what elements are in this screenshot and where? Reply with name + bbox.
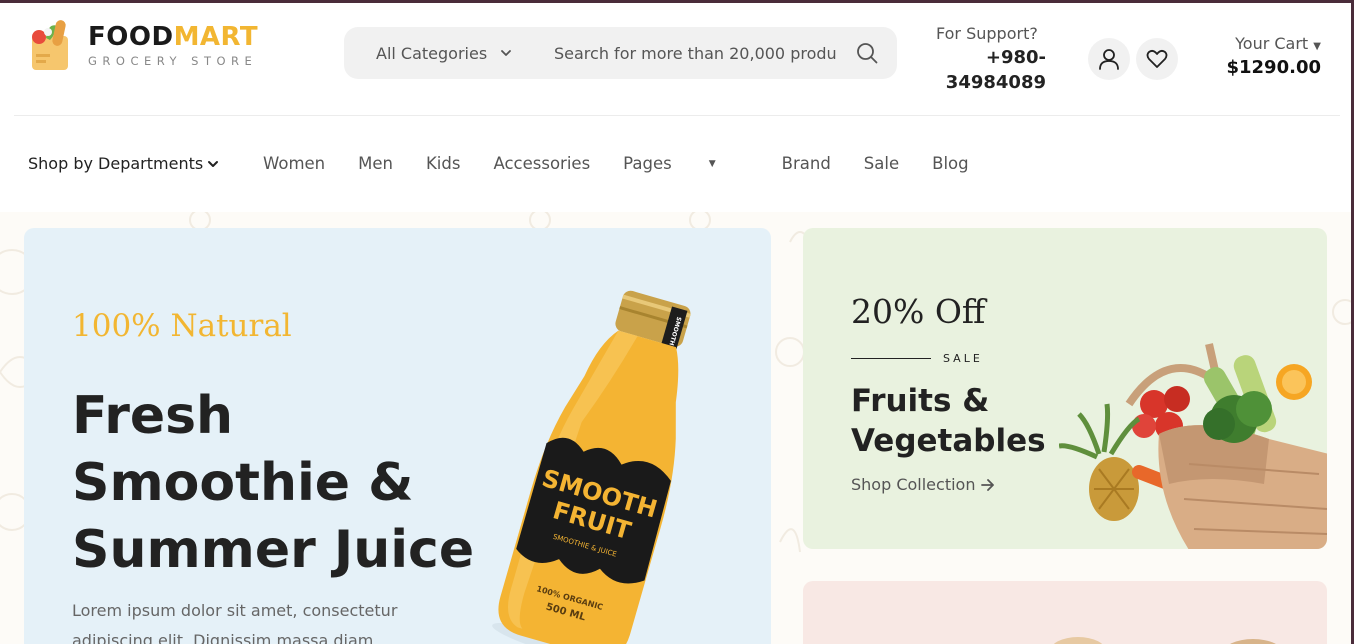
nav-link-kids[interactable]: Kids bbox=[426, 154, 460, 173]
nav-link-sale[interactable]: Sale bbox=[864, 154, 899, 173]
search-input[interactable] bbox=[524, 33, 837, 73]
hero-title: Fresh Smoothie & Summer Juice bbox=[72, 383, 474, 584]
promo-discount: 20% Off bbox=[851, 292, 986, 331]
promo-banner-fruits-vegetables[interactable]: 20% Off SALE Fruits & Vegetables Shop Co… bbox=[803, 228, 1327, 549]
brand-name-part1: FOOD bbox=[88, 22, 174, 52]
support-info: For Support? +980-34984089 bbox=[936, 24, 1046, 95]
nav-link-pages-dropdown[interactable]: Pages ▼ bbox=[623, 154, 748, 173]
cart-dropdown[interactable]: Your Cart ▼ $1290.00 bbox=[1226, 34, 1321, 78]
brand-name-part2: MART bbox=[173, 22, 259, 52]
grocery-bag-icon bbox=[28, 18, 72, 72]
chevron-down-icon bbox=[208, 160, 219, 167]
promo-divider bbox=[851, 358, 931, 359]
main-nav: Women Men Kids Accessories Pages ▼ Brand … bbox=[263, 154, 1002, 173]
smoothie-bottle-image: SMOOTHIE SMOOTH FRUIT SMOOTHIE & JUICE 1… bbox=[492, 290, 691, 644]
departments-label: Shop by Departments bbox=[28, 154, 204, 173]
nav-link-women[interactable]: Women bbox=[263, 154, 325, 173]
promo-banner-secondary[interactable] bbox=[803, 581, 1327, 644]
caret-down-icon: ▼ bbox=[708, 158, 716, 169]
promo-title-line: Vegetables bbox=[851, 423, 1046, 459]
caret-down-icon: ▼ bbox=[1313, 41, 1321, 52]
nav-link-blog[interactable]: Blog bbox=[932, 154, 968, 173]
brand-name: FOODMART bbox=[88, 22, 258, 52]
hero-description: Lorem ipsum dolor sit amet, consectetur … bbox=[72, 601, 398, 644]
window-frame-top bbox=[0, 0, 1354, 3]
logo[interactable]: FOODMART GROCERY STORE bbox=[28, 18, 258, 72]
support-phone[interactable]: +980-34984089 bbox=[936, 45, 1046, 95]
user-icon bbox=[1099, 49, 1119, 70]
hero-title-line: Smoothie & bbox=[72, 453, 414, 513]
header-divider bbox=[14, 115, 1340, 116]
chevron-down-icon bbox=[501, 50, 512, 56]
nav-link-brand[interactable]: Brand bbox=[782, 154, 831, 173]
nav-link-men[interactable]: Men bbox=[358, 154, 393, 173]
hero-title-line: Fresh bbox=[72, 386, 234, 446]
heart-icon bbox=[1146, 49, 1168, 68]
nav-link-pages: Pages bbox=[623, 154, 672, 173]
wishlist-button[interactable] bbox=[1136, 38, 1178, 80]
nav-link-accessories[interactable]: Accessories bbox=[493, 154, 590, 173]
hero-banner[interactable]: 100% Natural Fresh Smoothie & Summer Jui… bbox=[24, 228, 771, 644]
search-bar: All Categories bbox=[344, 27, 897, 79]
arrow-right-icon bbox=[981, 478, 995, 491]
vegetable-bag-image bbox=[1059, 343, 1327, 549]
promo-tag: SALE bbox=[943, 352, 983, 365]
search-icon bbox=[857, 43, 878, 64]
cart-label: Your Cart bbox=[1235, 34, 1309, 53]
hero-title-line: Summer Juice bbox=[72, 520, 475, 580]
search-button[interactable] bbox=[837, 27, 897, 79]
shop-collection-label: Shop Collection bbox=[851, 475, 976, 494]
promo-title-line: Fruits & bbox=[851, 383, 990, 419]
hero-eyebrow: 100% Natural bbox=[72, 308, 292, 344]
brand-tagline: GROCERY STORE bbox=[88, 54, 258, 68]
support-label: For Support? bbox=[936, 24, 1038, 43]
bakery-image bbox=[1053, 637, 1276, 644]
shop-by-departments-dropdown[interactable]: Shop by Departments bbox=[28, 154, 219, 173]
cart-total: $1290.00 bbox=[1226, 57, 1321, 78]
promo-title: Fruits & Vegetables bbox=[851, 381, 1046, 461]
category-select-label: All Categories bbox=[376, 43, 488, 63]
shop-collection-link[interactable]: Shop Collection bbox=[851, 475, 995, 494]
category-select[interactable]: All Categories bbox=[344, 44, 524, 63]
account-button[interactable] bbox=[1088, 38, 1130, 80]
